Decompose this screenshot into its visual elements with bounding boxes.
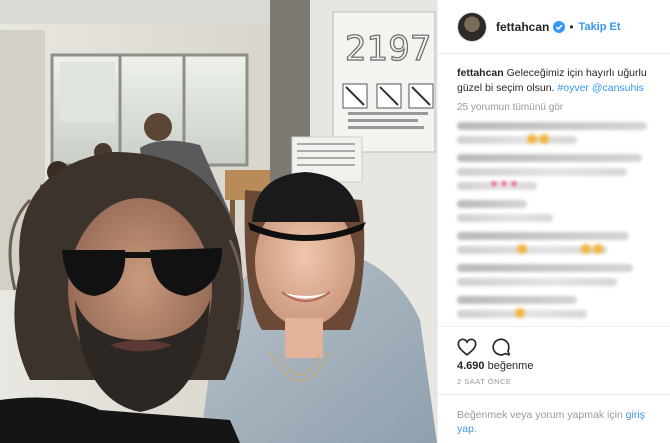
comment-line: [457, 308, 587, 318]
mention-link[interactable]: @cansuhis: [592, 82, 644, 94]
comment-line: [457, 264, 633, 272]
comment-line: ♥ ♥ ♥: [457, 179, 537, 190]
comment-line: [457, 232, 629, 240]
avatar[interactable]: [457, 11, 487, 42]
comment-line: [457, 296, 577, 304]
comment-line: [457, 134, 577, 144]
emoji-icon: [539, 134, 549, 144]
separator-dot: •: [569, 19, 574, 34]
post-header: fettahcan • Takip Et: [438, 0, 670, 54]
comment-line: [457, 154, 642, 162]
door-sign-number: 2197: [345, 29, 432, 69]
caption-username[interactable]: fettahcan: [457, 67, 504, 79]
emoji-icon: [517, 244, 527, 254]
comment-line: [457, 244, 607, 254]
login-prompt: Beğenmek veya yorum yapmak için giriş ya…: [438, 394, 670, 443]
comment-line: [457, 278, 617, 286]
emoji-icon: [593, 244, 603, 254]
login-prompt-suffix: .: [473, 423, 477, 435]
emoji-icon: [515, 308, 525, 318]
heart-emoji-icon: ♥: [501, 179, 507, 190]
comment-icon[interactable]: [490, 336, 512, 358]
login-prompt-text: Beğenmek veya yorum yapmak için: [457, 409, 626, 421]
comment-line: [457, 200, 527, 208]
heart-icon[interactable]: [456, 336, 478, 358]
heart-emoji-icon: ♥: [511, 179, 517, 190]
likes-number: 4.690: [457, 360, 485, 372]
comment-line: [457, 214, 553, 222]
post-caption: fettahcan Geleceğimiz için hayırlı uğurl…: [457, 66, 662, 96]
selfie-image: 2197: [0, 0, 437, 443]
comment-line: [457, 168, 627, 176]
hashtag-link[interactable]: #oyver: [557, 82, 589, 94]
comments-list: ♥ ♥ ♥: [457, 122, 662, 324]
emoji-icon: [581, 244, 591, 254]
post-photo[interactable]: 2197: [0, 0, 437, 443]
username-link[interactable]: fettahcan: [496, 20, 549, 34]
post-timestamp[interactable]: 2 SAAT ÖNCE: [457, 377, 511, 386]
view-all-comments-link[interactable]: 25 yorumun tümünü gör: [457, 102, 563, 113]
heart-emoji-icon: ♥: [491, 179, 497, 190]
emoji-icon: [527, 134, 537, 144]
comment-line: [457, 122, 647, 130]
post-sidebar: fettahcan • Takip Et fettahcan Geleceğim…: [437, 0, 670, 443]
follow-button[interactable]: Takip Et: [579, 21, 621, 33]
verified-badge-icon: [553, 20, 566, 33]
likes-label: beğenme: [484, 360, 534, 372]
likes-count[interactable]: 4.690 beğenme: [457, 360, 533, 372]
